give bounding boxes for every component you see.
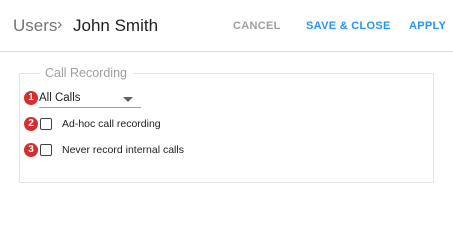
apply-button[interactable]: APPLY bbox=[409, 20, 446, 32]
caret-down-icon bbox=[123, 97, 133, 102]
header-bar: Users › John Smith CANCEL SAVE & CLOSE A… bbox=[0, 0, 453, 50]
step-badge-3: 3 bbox=[24, 143, 38, 157]
page-title: John Smith bbox=[73, 16, 159, 35]
call-recording-select-value: All Calls bbox=[39, 92, 81, 104]
adhoc-recording-label: Ad-hoc call recording bbox=[62, 118, 161, 130]
save-and-close-button[interactable]: SAVE & CLOSE bbox=[306, 20, 391, 32]
never-record-internal-label: Never record internal calls bbox=[62, 144, 184, 156]
call-recording-select[interactable]: All Calls bbox=[39, 89, 141, 108]
breadcrumb-chevron-icon: › bbox=[57, 16, 63, 33]
never-record-internal-checkbox[interactable] bbox=[40, 144, 52, 156]
header-divider bbox=[0, 51, 453, 52]
step-badge-1: 1 bbox=[24, 91, 38, 105]
breadcrumb-users[interactable]: Users bbox=[13, 16, 57, 36]
call-recording-legend: Call Recording bbox=[39, 66, 133, 80]
adhoc-recording-checkbox[interactable] bbox=[40, 118, 52, 130]
step-badge-2: 2 bbox=[24, 117, 38, 131]
cancel-button[interactable]: CANCEL bbox=[233, 20, 281, 32]
